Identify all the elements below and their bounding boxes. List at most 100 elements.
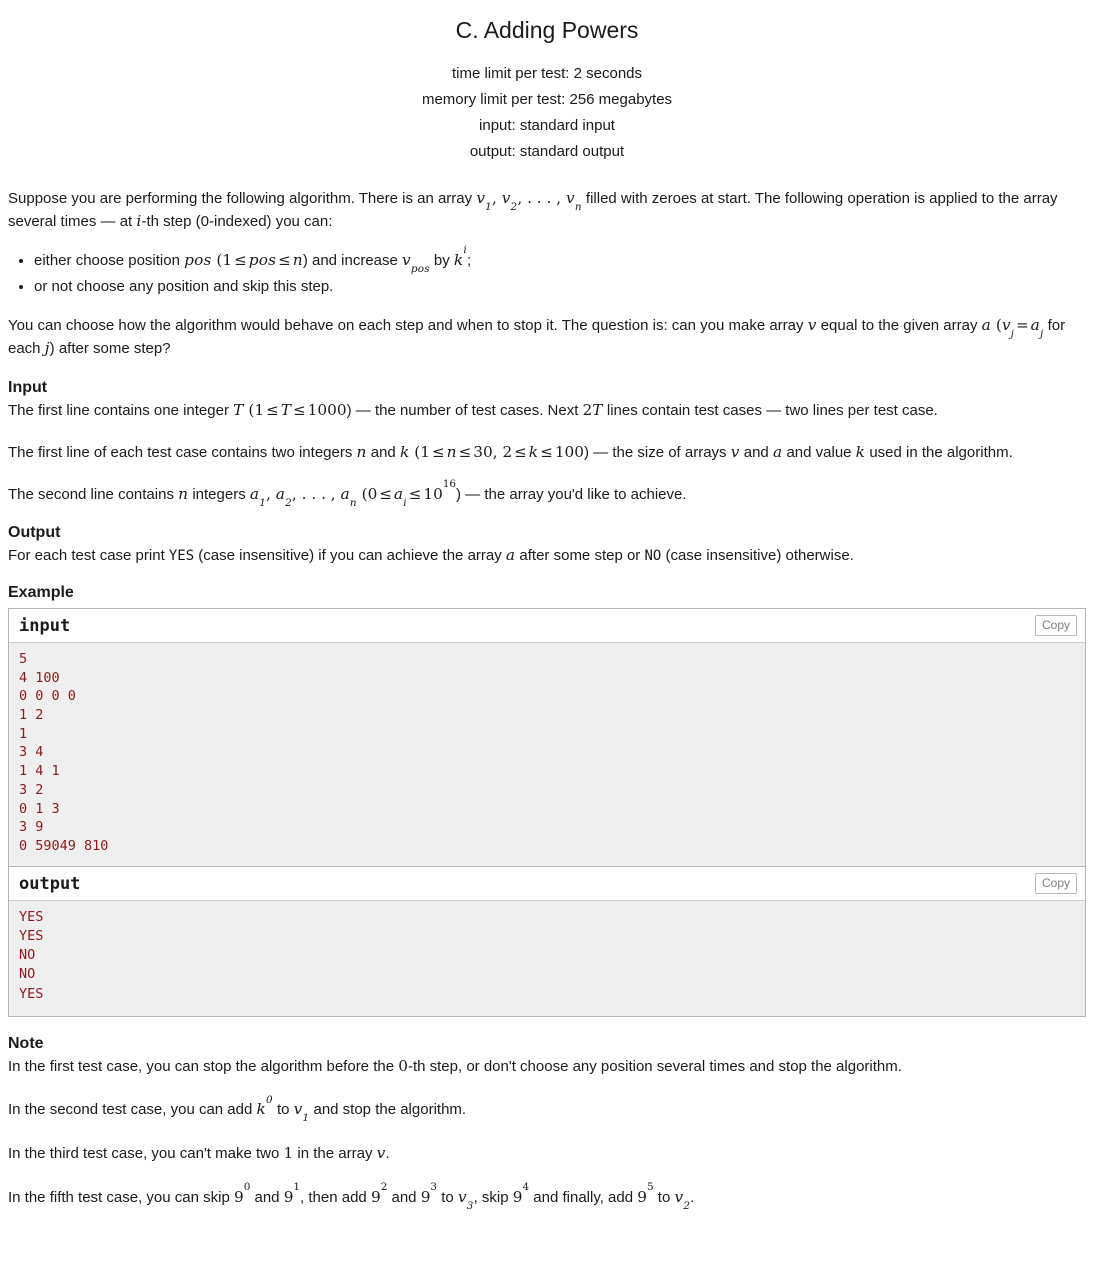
math-v-pos: vpos — [402, 251, 430, 276]
math-2: 2 — [582, 401, 593, 420]
bullet2-text: or not choose any position and skip this… — [34, 278, 334, 296]
sample-output-title: output — [19, 873, 81, 894]
math-paren-open: ( — [211, 251, 223, 270]
note5-and-1: and — [250, 1188, 284, 1206]
math-dots-1: , . . . , — [517, 188, 566, 207]
statement-p2-text-a: You can choose how the algorithm would b… — [8, 316, 808, 334]
memory-limit-line: memory limit per test: 256 megabytes — [421, 90, 673, 108]
note-paragraph-5: In the fifth test case, you can skip 90 … — [8, 1181, 1086, 1212]
output-section-heading: Output — [8, 524, 61, 542]
math-n-4: n — [178, 484, 189, 503]
note5-to-2: to — [653, 1188, 675, 1206]
math-v: v — [807, 315, 817, 334]
math-9-pow-1: 91 — [283, 1181, 301, 1206]
note5-text-b: , then add — [300, 1188, 371, 1206]
bullet1-text-a: either choose position — [34, 252, 185, 270]
input-paragraph-1: The first line contains one integer T (1… — [8, 399, 1086, 423]
math-one-T: 1 — [254, 401, 265, 420]
input-paragraph-2: The first line of each test case contain… — [8, 441, 1086, 465]
math-k-pow-0: k0 — [256, 1093, 273, 1119]
math-ten-pow-16: 1016 — [423, 477, 457, 503]
note1-text-b: -th step, or don't choose any position s… — [407, 1057, 902, 1075]
output-text-b: (case insensitive) if you can achieve th… — [194, 547, 506, 565]
input-p1-text-a: The first line contains one integer — [8, 402, 234, 420]
copy-output-button[interactable]: Copy — [1034, 872, 1077, 894]
math-n: n — [292, 251, 303, 270]
math-pos: pos — [184, 251, 212, 270]
problem-statement-page: C. Adding Powers time limit per test: 2 … — [0, 0, 1094, 1212]
sample-input-block: input Copy 5 4 100 0 0 0 0 1 2 1 3 4 1 4… — [9, 608, 1085, 867]
input-p3-text-b: integers — [188, 485, 250, 503]
math-vj: vj — [1001, 315, 1015, 340]
math-le-T2: ≤ — [293, 401, 306, 420]
math-a2: a2 — [275, 484, 292, 509]
math-v1: v1 — [476, 188, 492, 213]
sample-output-block: output Copy YES YES NO NO YES — [9, 866, 1085, 1017]
note1-text-a: In the first test case, you can stop the… — [8, 1057, 399, 1075]
list-item: either choose position pos (1≤pos≤n) and… — [34, 245, 1086, 276]
math-a: a — [981, 315, 991, 334]
note3-text-c: . — [385, 1145, 390, 1163]
math-9-pow-2: 92 — [370, 1181, 388, 1206]
operation-bullet-list: either choose position pos (1≤pos≤n) and… — [8, 245, 1086, 300]
math-comma-3: , — [266, 484, 276, 503]
output-yes-token: YES — [168, 548, 195, 565]
math-v3-note: v3 — [457, 1187, 474, 1212]
math-T-3: T — [592, 401, 603, 420]
math-9-pow-5: 95 — [637, 1181, 654, 1206]
math-k: k — [399, 442, 410, 461]
math-le-1: ≤ — [234, 251, 247, 270]
sample-input-title-bar: input Copy — [9, 608, 1085, 643]
output-text-a: For each test case print — [8, 547, 169, 565]
math-zero-a: 0 — [367, 484, 378, 503]
math-zero-step: 0 — [398, 1056, 408, 1075]
note-section: Note In the first test case, you can sto… — [8, 1035, 1086, 1212]
math-a-2: a — [772, 442, 783, 461]
math-k-2: k — [528, 442, 539, 461]
math-n-2: n — [356, 442, 367, 461]
math-k-3: k — [855, 442, 866, 461]
input-p2-and-2: and — [739, 443, 773, 461]
note-paragraph-2: In the second test case, you can add k0 … — [8, 1093, 1086, 1123]
output-text-d: (case insensitive) otherwise. — [661, 547, 854, 565]
note-paragraph-1: In the first test case, you can stop the… — [8, 1055, 1086, 1079]
math-le-n2: ≤ — [458, 442, 472, 461]
math-v2-note: v2 — [674, 1187, 691, 1212]
problem-content: Suppose you are performing the following… — [0, 187, 1094, 1212]
input-p1-text-b: ) — the number of test cases. Next — [346, 402, 583, 420]
math-T: T — [233, 401, 244, 420]
input-p2-text-d: used in the algorithm. — [865, 443, 1013, 461]
math-paren-open-3: ( — [243, 401, 255, 420]
math-100: 100 — [554, 442, 585, 461]
note2-text-b: and stop the algorithm. — [309, 1101, 467, 1119]
input-paragraph-3: The second line contains n integers a1 , … — [8, 477, 1086, 509]
page-title: C. Adding Powers — [455, 17, 639, 43]
math-le-a2: ≤ — [408, 484, 422, 503]
math-le-k2: ≤ — [540, 442, 553, 461]
sample-tests-container: input Copy 5 4 100 0 0 0 0 1 2 1 3 4 1 4… — [8, 607, 1086, 1017]
math-T-2: T — [280, 401, 292, 420]
statement-p2-text-c: ) after some step? — [49, 340, 171, 358]
copy-input-button[interactable]: Copy — [1034, 614, 1077, 636]
math-a1: a1 — [249, 484, 267, 509]
math-one-note: 1 — [283, 1144, 294, 1163]
math-v-2: v — [730, 442, 740, 461]
statement-p1-text-c: -th step (0-indexed) you can: — [141, 213, 333, 231]
statement-p2-text-b: equal to the given array — [816, 316, 982, 334]
math-comma-2: , — [492, 442, 503, 461]
input-p2-text-b: ) — the size of arrays — [584, 443, 731, 461]
output-paragraph: For each test case print YES (case insen… — [8, 544, 1086, 568]
input-p3-text-c: ) — the array you'd like to achieve. — [456, 485, 687, 503]
note3-text-a: In the third test case, you can't make t… — [8, 1145, 284, 1163]
bullet1-text-close: ) and increase — [302, 252, 403, 270]
sample-input-text: 5 4 100 0 0 0 0 1 2 1 3 4 1 4 1 3 2 0 1 … — [9, 642, 1085, 866]
math-an: an — [340, 484, 357, 509]
statement-paragraph-2: You can choose how the algorithm would b… — [8, 314, 1086, 361]
math-9-pow-0: 90 — [233, 1181, 251, 1206]
math-9-pow-3: 93 — [420, 1181, 438, 1206]
input-p3-text-a: The second line contains — [8, 485, 179, 503]
math-paren-open-2: ( — [990, 315, 1002, 334]
math-9-pow-4: 94 — [512, 1181, 530, 1206]
note5-text-c: , skip — [473, 1188, 513, 1206]
math-le-a1: ≤ — [379, 484, 392, 503]
